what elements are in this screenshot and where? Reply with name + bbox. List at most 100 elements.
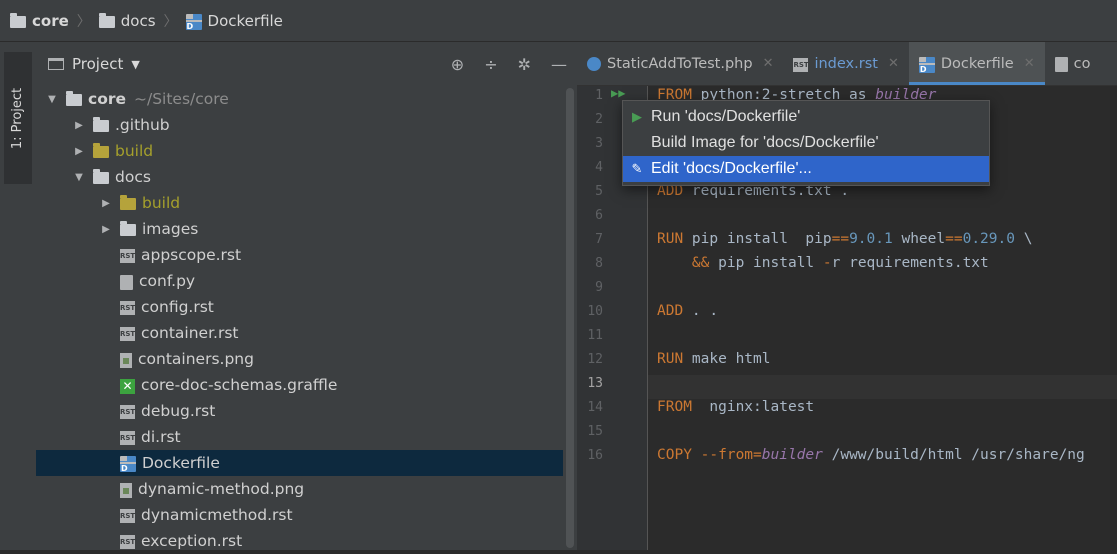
- tree-item[interactable]: RST exception.rst: [36, 528, 563, 554]
- rst-file-icon: RST: [120, 327, 135, 341]
- tree-item[interactable]: ✕ core-doc-schemas.graffle: [36, 372, 563, 398]
- chevron-right-icon[interactable]: ▶: [100, 198, 112, 209]
- line-number: 15: [587, 424, 603, 439]
- chevron-right-icon[interactable]: ▶: [100, 224, 112, 235]
- dockerfile-icon: [918, 56, 935, 74]
- tree-item[interactable]: Dockerfile: [36, 450, 563, 476]
- chevron-right-icon[interactable]: ▶: [73, 146, 85, 157]
- chevron-right-icon[interactable]: ▶: [73, 120, 85, 131]
- breadcrumb-item-core[interactable]: core: [10, 12, 69, 30]
- tree-item-label: appscope.rst: [141, 246, 242, 264]
- breadcrumb-item-docs[interactable]: docs: [98, 12, 156, 30]
- tree-item[interactable]: conf.py: [36, 268, 563, 294]
- tree-item-label: Dockerfile: [142, 454, 220, 472]
- chevron-down-icon[interactable]: ▼: [46, 94, 58, 105]
- image-file-icon: [120, 482, 132, 498]
- line-number: 4: [595, 160, 603, 175]
- tree-item-label: images: [142, 220, 199, 238]
- tree-item[interactable]: RST config.rst: [36, 294, 563, 320]
- code-line[interactable]: FROM nginx:latest: [657, 399, 814, 415]
- close-icon[interactable]: ✕: [1024, 56, 1035, 71]
- folder-icon: [98, 12, 115, 28]
- tree-item[interactable]: ▼ docs: [36, 164, 563, 190]
- tab-co[interactable]: co: [1045, 42, 1101, 85]
- locate-icon[interactable]: ⊕: [451, 55, 464, 74]
- tab-staticaddtotest[interactable]: StaticAddToTest.php ✕: [577, 42, 783, 85]
- rst-file-icon: RST: [120, 535, 135, 549]
- tree-item-label: dynamic-method.png: [138, 480, 305, 498]
- run-icon: ▶: [632, 109, 642, 124]
- text-file-icon: [120, 274, 133, 290]
- tab-label: StaticAddToTest.php: [607, 55, 753, 72]
- excluded-folder-icon: [93, 143, 109, 158]
- tree-item[interactable]: RST dynamicmethod.rst: [36, 502, 563, 528]
- tree-item-label: debug.rst: [141, 402, 216, 420]
- code-line[interactable]: ADD . .: [657, 303, 718, 319]
- line-number: 11: [587, 328, 603, 343]
- code-line[interactable]: RUN make html: [657, 351, 771, 367]
- line-number: 13: [587, 376, 603, 391]
- tree-item-label: core-doc-schemas.graffle: [141, 376, 338, 394]
- scrollbar[interactable]: [566, 88, 574, 548]
- tree-item[interactable]: dynamic-method.png: [36, 476, 563, 502]
- tab-label: co: [1073, 55, 1091, 72]
- gutter-run-popup: ▶ Run 'docs/Dockerfile' Build Image for …: [622, 100, 990, 186]
- breadcrumb-item-dockerfile[interactable]: Dockerfile: [185, 11, 283, 31]
- tree-item-label: conf.py: [139, 272, 196, 290]
- folder-icon: [120, 221, 136, 236]
- folder-icon: [93, 169, 109, 184]
- menu-item-run[interactable]: ▶ Run 'docs/Dockerfile': [623, 104, 989, 130]
- tree-item-label: build: [142, 194, 181, 212]
- line-number: 14: [587, 400, 603, 415]
- breadcrumb-label: Dockerfile: [207, 11, 283, 30]
- minimize-icon[interactable]: —: [551, 55, 567, 74]
- code-line[interactable]: COPY --from=builder /www/build/html /usr…: [657, 447, 1085, 463]
- tree-item-label: config.rst: [141, 298, 214, 316]
- line-number: 2: [595, 112, 603, 127]
- dockerfile-icon: [120, 456, 136, 473]
- line-number: 12: [587, 352, 603, 367]
- tab-label: index.rst: [814, 55, 878, 72]
- tree-item[interactable]: RST debug.rst: [36, 398, 563, 424]
- rst-file-icon: RST: [120, 405, 135, 419]
- gear-icon[interactable]: ✲: [518, 55, 531, 74]
- menu-item-edit[interactable]: ✎ Edit 'docs/Dockerfile'...: [623, 156, 989, 182]
- chevron-down-icon[interactable]: ▼: [73, 172, 85, 183]
- project-tool-label: 1: Project: [10, 87, 26, 149]
- tree-item[interactable]: ▶ build: [36, 138, 563, 164]
- tree-item[interactable]: ▶ build: [36, 190, 563, 216]
- tree-item[interactable]: RST container.rst: [36, 320, 563, 346]
- breadcrumb: core 〉 docs 〉 Dockerfile: [0, 0, 1117, 42]
- line-number: 1: [595, 88, 603, 103]
- tab-dockerfile[interactable]: Dockerfile ✕: [908, 42, 1045, 85]
- tree-item[interactable]: RST appscope.rst: [36, 242, 563, 268]
- line-number: 5: [595, 184, 603, 199]
- run-gutter-icon[interactable]: ▶▶: [611, 86, 625, 100]
- project-view-selector[interactable]: Project: [72, 55, 123, 73]
- line-number: 6: [595, 208, 603, 223]
- tree-item[interactable]: containers.png: [36, 346, 563, 372]
- tree-item-path: ~/Sites/core: [134, 90, 229, 108]
- menu-item-build-image[interactable]: Build Image for 'docs/Dockerfile': [623, 130, 989, 156]
- code-line[interactable]: RUN pip install pip==9.0.1 wheel==0.29.0…: [657, 231, 1032, 247]
- tree-item[interactable]: RST di.rst: [36, 424, 563, 450]
- tool-window-strip: 1: Project: [0, 42, 37, 550]
- folder-icon: [10, 12, 26, 28]
- tab-index-rst[interactable]: RST index.rst ✕: [783, 42, 908, 85]
- project-tool-tab[interactable]: 1: Project: [4, 52, 32, 184]
- collapse-all-icon[interactable]: ÷: [484, 55, 497, 74]
- chevron-down-icon[interactable]: ▼: [131, 58, 139, 71]
- tree-item[interactable]: ▶ images: [36, 216, 563, 242]
- close-icon[interactable]: ✕: [888, 56, 899, 71]
- excluded-folder-icon: [120, 195, 136, 210]
- image-file-icon: [120, 352, 132, 368]
- tree-item[interactable]: ▼ core ~/Sites/core: [36, 86, 563, 112]
- folder-icon: [66, 91, 82, 106]
- line-number: 3: [595, 136, 603, 151]
- rst-file-icon: RST: [120, 301, 135, 315]
- tree-item-label: build: [115, 142, 154, 160]
- close-icon[interactable]: ✕: [763, 56, 774, 71]
- code-line[interactable]: && pip install -r requirements.txt: [657, 255, 989, 271]
- tree-item[interactable]: ▶ .github: [36, 112, 563, 138]
- tree-item-label: dynamicmethod.rst: [141, 506, 293, 524]
